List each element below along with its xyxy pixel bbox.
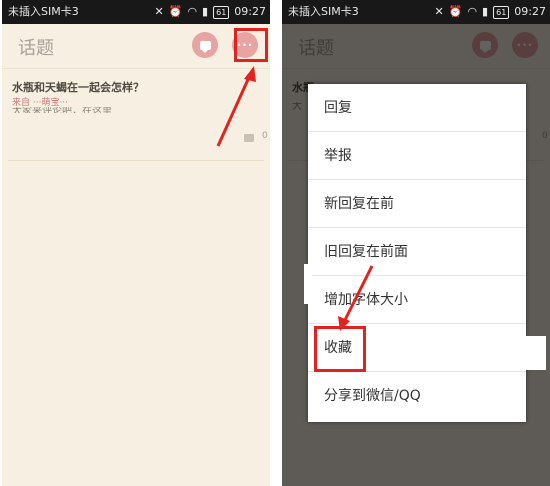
annotation-arrows bbox=[216, 66, 374, 331]
right-arrow-icon bbox=[338, 265, 374, 331]
left-arrow-icon bbox=[216, 66, 256, 147]
